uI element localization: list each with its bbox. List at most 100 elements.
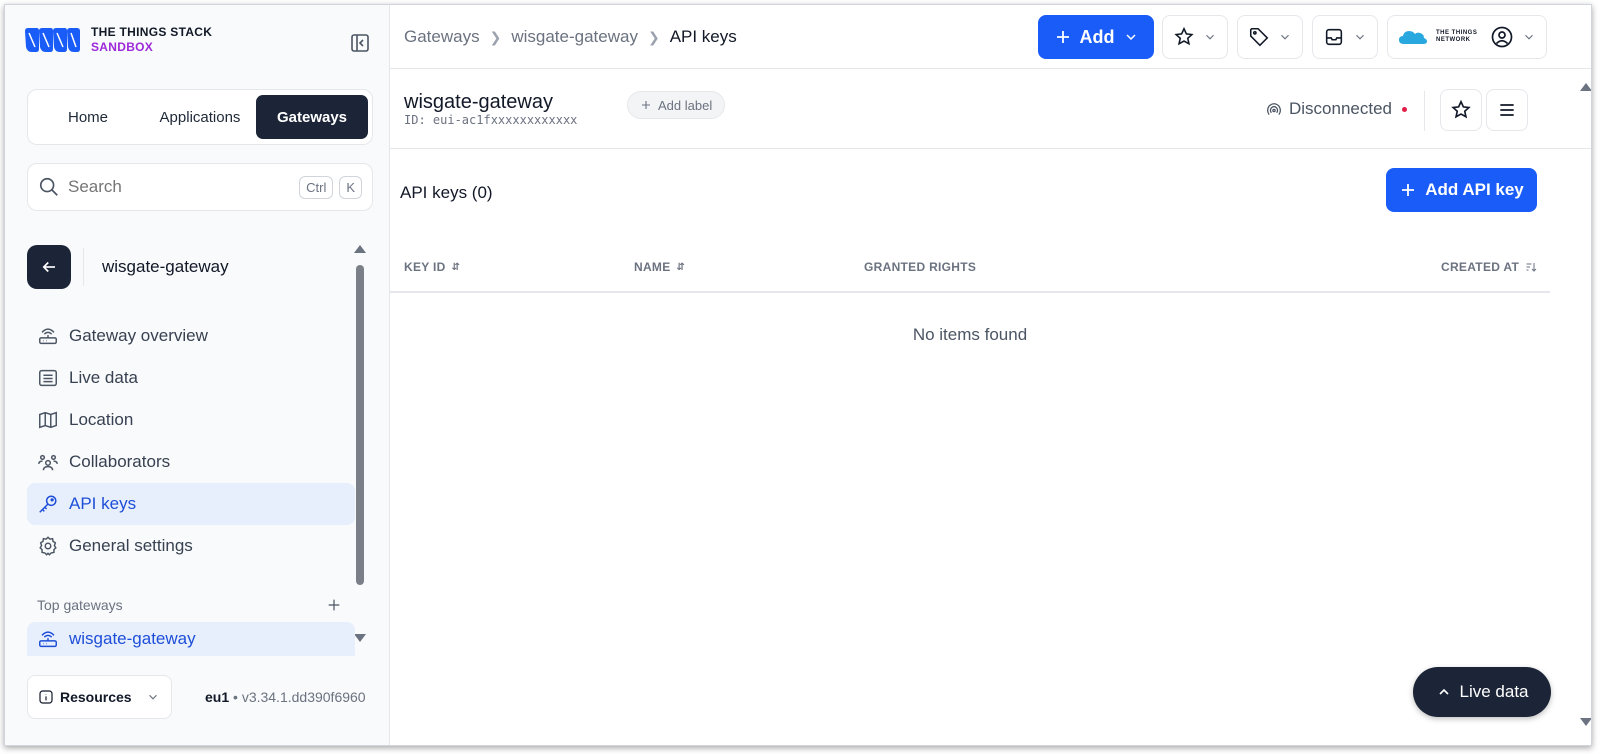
sidebar-scrollbar-thumb[interactable] [356,265,364,585]
bookmark-gateway-button[interactable] [1440,89,1482,131]
gateway-icon [37,628,59,650]
column-key-id[interactable]: KEY ID ⇵ [404,260,460,274]
list-icon [37,367,59,389]
nav-label: API keys [69,494,137,513]
labels-button[interactable] [1237,15,1303,59]
add-label-text: Add label [658,97,713,113]
nav-api-keys[interactable]: API keys [27,483,355,525]
nav-location[interactable]: Location [27,399,355,441]
sidebar-footer: Resources eu1 • v3.34.1.dd390f6960 [5,660,389,745]
divider [1424,91,1425,131]
shortcut-key-k: K [339,175,362,199]
tab-home[interactable]: Home [32,95,144,139]
chevron-down-icon [148,694,157,700]
live-data-label: Live data [1459,682,1529,701]
resources-button[interactable]: Resources [27,675,172,719]
gateway-header: wisgate-gateway ID: eui-ac1fxxxxxxxxxxxx… [390,69,1591,149]
breadcrumb: Gateways ❯ wisgate-gateway ❯ API keys [404,27,737,47]
tab-applications[interactable]: Applications [144,95,256,139]
divider [83,248,84,286]
top-gateway-item[interactable]: wisgate-gateway [27,622,355,656]
status-text: Disconnected [1289,99,1393,118]
breadcrumb-gateways[interactable]: Gateways [404,27,480,47]
table-header: KEY ID ⇵ NAME ⇵ GRANTED RIGHTS CREATED A… [390,245,1550,293]
nav-gateway-overview[interactable]: Gateway overview [27,315,355,357]
user-avatar-icon [1491,26,1513,48]
add-api-key-button[interactable]: Add API key [1386,168,1537,212]
app-window: THE THINGS STACK SANDBOX Home Applicatio… [4,4,1592,746]
plus-icon[interactable] [326,597,342,613]
entity-nav: Gateway overview Live data Location Coll… [27,315,355,567]
top-header: Gateways ❯ wisgate-gateway ❯ API keys Ad… [390,5,1591,69]
nav-label: Live data [69,368,138,387]
nav-collaborators[interactable]: Collaborators [27,441,355,483]
brand-line2: SANDBOX [91,40,154,54]
column-name[interactable]: NAME ⇵ [634,260,685,274]
breadcrumb-gateway[interactable]: wisgate-gateway [511,27,638,47]
add-label-button[interactable]: Add label [627,91,726,119]
entity-header: wisgate-gateway [27,245,229,289]
column-granted-rights: GRANTED RIGHTS [864,260,976,274]
nav-label: General settings [69,536,193,555]
chevron-down-icon [1356,34,1364,40]
search-box[interactable]: Ctrl K [27,163,373,211]
main-scroll-down[interactable] [1580,718,1591,726]
star-icon [1451,99,1471,119]
map-icon [37,409,59,431]
breadcrumb-current: API keys [669,27,737,46]
nav-live-data[interactable]: Live data [27,357,355,399]
main-scroll-up[interactable] [1580,83,1591,91]
star-icon [1174,26,1194,46]
chevron-down-icon [1125,34,1136,41]
column-label: KEY ID [404,260,446,274]
key-icon [37,493,59,515]
chevron-down-icon [1525,34,1533,40]
search-input[interactable] [68,177,294,197]
brand-line1: THE THINGS STACK [91,25,213,39]
sort-icon: ⇵ [451,261,461,273]
brand-logo[interactable]: THE THINGS STACK SANDBOX [23,25,212,55]
people-icon [37,451,59,473]
collapse-sidebar-icon[interactable] [348,31,372,55]
sidebar-scroll-down[interactable] [354,634,366,642]
version-label: v3.34.1.dd390f6960 [241,689,366,705]
plus-icon [1402,184,1415,196]
search-icon [39,177,58,196]
add-button-label: Add [1079,26,1115,47]
column-created-at[interactable]: CREATED AT [1441,260,1537,274]
bookmarks-button[interactable] [1162,15,1228,59]
gateway-icon [37,325,59,347]
live-data-button[interactable]: Live data [1413,667,1551,717]
sort-desc-icon [1526,263,1537,272]
back-button[interactable] [27,245,71,289]
top-gateways-heading: Top gateways [37,597,123,613]
sort-icon: ⇵ [676,261,686,273]
status-dot [1402,106,1408,112]
top-gateways-header: Top gateways [37,597,342,613]
version-info: eu1 • v3.34.1.dd390f6960 [205,689,366,705]
tab-gateways[interactable]: Gateways [256,95,368,139]
connection-status: Disconnected [1265,99,1408,119]
chevron-right-icon: ❯ [489,28,502,45]
chevron-down-icon [1281,34,1289,40]
plus-icon [1056,31,1069,43]
nav-label: Collaborators [69,452,171,471]
sidebar: THE THINGS STACK SANDBOX Home Applicatio… [5,5,390,745]
resources-label: Resources [60,689,132,705]
sidebar-scroll-up[interactable] [354,245,366,253]
account-menu-button[interactable]: THE THINGS NETWORK [1387,15,1547,59]
inbox-button[interactable] [1312,15,1378,59]
inbox-icon [1325,28,1343,46]
add-api-key-label: Add API key [1425,180,1524,199]
chevron-up-icon [1438,688,1449,695]
info-icon [39,690,53,704]
ttn-logo-text: THE THINGS NETWORK [1436,30,1478,43]
nav-label: Location [69,410,134,429]
region-label: eu1 [205,689,230,705]
add-button[interactable]: Add [1038,15,1154,59]
gateway-name: wisgate-gateway [404,91,553,113]
menu-button[interactable] [1486,89,1528,131]
nav-general-settings[interactable]: General settings [27,525,355,567]
chevron-down-icon [1206,34,1214,40]
stack-logo-icon [25,28,80,52]
